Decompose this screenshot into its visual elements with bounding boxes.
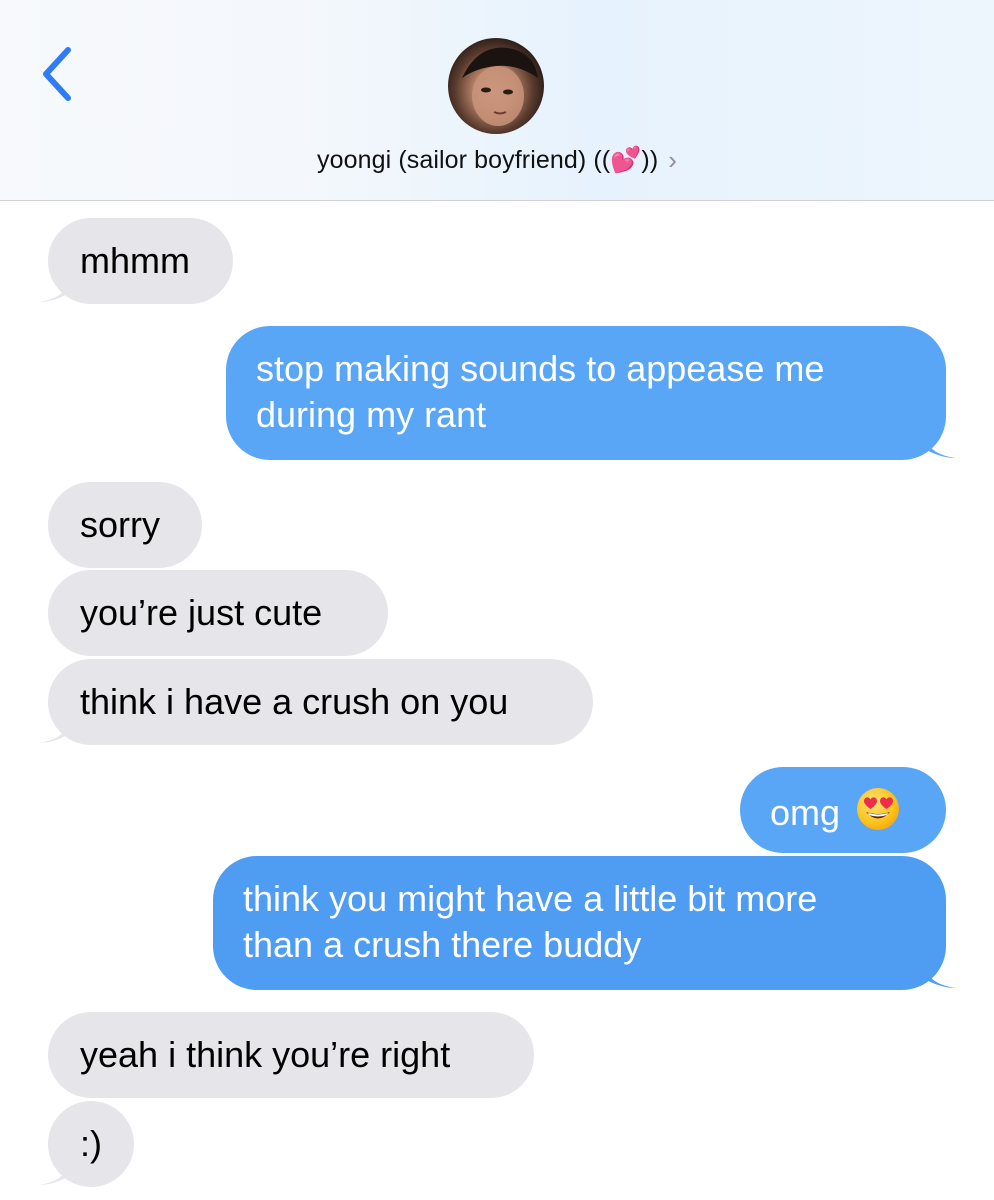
message-text: mhmm: [80, 240, 190, 281]
incoming-bubble-tail: [38, 1155, 74, 1185]
back-button[interactable]: [36, 44, 80, 104]
incoming-bubble-tail: [38, 272, 74, 302]
heart-eyes-emoji: [857, 788, 900, 830]
message-text-line: than a crush there buddy: [243, 924, 642, 965]
contact-name: yoongi (sailor boyfriend) ((💕)): [317, 145, 659, 174]
message-text: omg: [770, 792, 841, 833]
contact-name-button[interactable]: yoongi (sailor boyfriend) ((💕)) ›: [0, 140, 994, 180]
outgoing-message[interactable]: think you might have a little bit more t…: [213, 856, 946, 990]
message-text: yeah i think you’re right: [80, 1034, 451, 1075]
incoming-message[interactable]: sorry: [48, 482, 202, 568]
incoming-message[interactable]: think i have a crush on you: [48, 659, 593, 745]
outgoing-bubble-tail: [920, 958, 956, 988]
message-text-line: stop making sounds to appease me: [256, 348, 825, 389]
chevron-right-icon: ›: [668, 145, 677, 175]
message-text: sorry: [80, 504, 160, 545]
incoming-bubble-tail: [38, 713, 74, 743]
incoming-message[interactable]: you’re just cute: [48, 570, 388, 656]
message-text: you’re just cute: [80, 592, 323, 633]
outgoing-message[interactable]: stop making sounds to appease me during …: [226, 326, 946, 460]
incoming-message[interactable]: mhmm: [48, 218, 233, 304]
outgoing-message[interactable]: omg: [740, 767, 946, 853]
outgoing-bubble-tail: [920, 428, 956, 458]
message-text-line: during my rant: [256, 394, 487, 435]
message-text-line: think you might have a little bit more: [243, 878, 818, 919]
incoming-message[interactable]: yeah i think you’re right: [48, 1012, 534, 1098]
chevron-left-icon: [43, 47, 71, 101]
message-text: think i have a crush on you: [80, 681, 509, 722]
message-text: :): [80, 1123, 102, 1164]
conversation-header: yoongi (sailor boyfriend) ((💕)) ›: [0, 0, 994, 201]
contact-avatar[interactable]: [448, 38, 544, 134]
